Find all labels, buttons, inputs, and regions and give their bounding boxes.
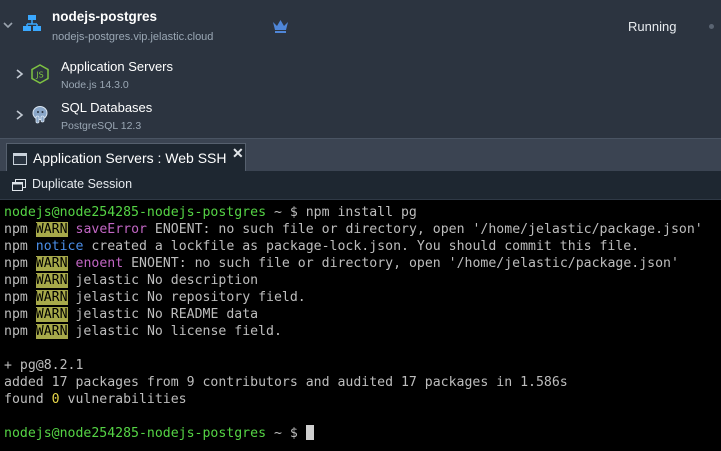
terminal-line: nodejs@node254285-nodejs-postgres ~ $	[4, 425, 314, 442]
environment-panel: nodejs-postgres nodejs-postgres.vip.jela…	[0, 0, 721, 138]
node-version: PostgreSQL 12.3	[61, 120, 142, 132]
vulnerability-count: 0	[51, 392, 60, 407]
npm-prefix: npm	[4, 239, 28, 254]
status-text: Running	[628, 19, 677, 34]
terminal-prompt: nodejs@node254285-nodejs-postgres	[4, 205, 267, 220]
line-text: jelastic No repository field.	[67, 290, 306, 305]
terminal-line: + pg@8.2.1	[4, 357, 83, 374]
error-keyword: enoent	[75, 256, 124, 271]
warn-badge: WARN	[35, 222, 68, 237]
terminal-cursor[interactable]	[305, 425, 314, 440]
crown-icon	[273, 20, 288, 33]
terminal-line: npm WARN jelastic No license field.	[4, 323, 282, 340]
prompt-suffix: ~ $	[266, 205, 298, 220]
notice-keyword: notice	[35, 239, 84, 254]
node-row-application-servers[interactable]: JS Application Servers Node.js 14.3.0	[0, 55, 721, 95]
environment-name[interactable]: nodejs-postgres	[52, 9, 157, 24]
svg-text:JS: JS	[35, 71, 43, 80]
prompt-suffix: ~ $	[266, 426, 298, 441]
status-indicator	[709, 24, 714, 29]
node-row-sql-databases[interactable]: SQL Databases PostgreSQL 12.3	[0, 96, 721, 136]
install-summary: added 17 packages from 9 contributors an…	[4, 375, 568, 390]
found-suffix: vulnerabilities	[59, 392, 187, 407]
npm-prefix: npm	[4, 290, 28, 305]
node-title: SQL Databases	[61, 100, 153, 115]
terminal-line: npm WARN jelastic No README data	[4, 306, 258, 323]
terminal-line: npm WARN saveError ENOENT: no such file …	[4, 221, 703, 238]
environment-url[interactable]: nodejs-postgres.vip.jelastic.cloud	[52, 31, 213, 43]
warn-badge: WARN	[35, 273, 68, 288]
error-keyword: saveError	[75, 222, 147, 237]
found-prefix: found	[4, 392, 52, 407]
chevron-down-icon[interactable]	[3, 20, 13, 30]
terminal-line: npm WARN jelastic No repository field.	[4, 289, 306, 306]
terminal-line: nodejs@node254285-nodejs-postgres ~ $ np…	[4, 204, 417, 221]
tab-label[interactable]: Application Servers : Web SSH	[33, 150, 227, 166]
chevron-right-icon[interactable]	[15, 69, 24, 79]
npm-prefix: npm	[4, 256, 28, 271]
warn-badge: WARN	[35, 307, 68, 322]
tab-bar: Application Servers : Web SSH ✕	[0, 138, 721, 172]
duplicate-session-label[interactable]: Duplicate Session	[32, 177, 132, 191]
environment-header[interactable]: nodejs-postgres nodejs-postgres.vip.jela…	[0, 0, 721, 52]
duplicate-window-icon	[12, 179, 26, 191]
terminal-line: added 17 packages from 9 contributors an…	[4, 374, 568, 391]
terminal-prompt: nodejs@node254285-nodejs-postgres	[4, 426, 267, 441]
nodejs-icon: JS	[31, 64, 49, 84]
line-text: jelastic No license field.	[67, 324, 282, 339]
terminal-icon	[13, 153, 27, 165]
postgresql-icon	[32, 106, 48, 124]
warn-badge: WARN	[35, 290, 68, 305]
close-icon[interactable]: ✕	[232, 145, 244, 162]
line-text: ENOENT: no such file or directory, open …	[146, 222, 703, 237]
line-text: jelastic No README data	[67, 307, 259, 322]
terminal-output[interactable]: nodejs@node254285-nodejs-postgres ~ $ np…	[0, 200, 721, 451]
line-text: ENOENT: no such file or directory, open …	[123, 256, 679, 271]
terminal-command: npm install pg	[297, 205, 417, 220]
warn-badge: WARN	[35, 324, 68, 339]
terminal-line: found 0 vulnerabilities	[4, 391, 187, 408]
line-text: jelastic No description	[67, 273, 259, 288]
chevron-right-icon[interactable]	[15, 110, 24, 120]
terminal-line: npm WARN enoent ENOENT: no such file or …	[4, 255, 679, 272]
node-version: Node.js 14.3.0	[61, 79, 129, 91]
line-text: created a lockfile as package-lock.json.…	[83, 239, 640, 254]
ssh-toolbar: Duplicate Session	[0, 171, 721, 200]
installed-package: + pg@8.2.1	[4, 358, 84, 373]
tab-web-ssh[interactable]: Application Servers : Web SSH ✕	[6, 143, 246, 172]
node-title: Application Servers	[61, 59, 173, 74]
npm-prefix: npm	[4, 307, 28, 322]
npm-prefix: npm	[4, 273, 28, 288]
npm-prefix: npm	[4, 324, 28, 339]
environment-topology-icon	[23, 15, 41, 31]
npm-prefix: npm	[4, 222, 28, 237]
terminal-line: npm WARN jelastic No description	[4, 272, 258, 289]
terminal-line: npm notice created a lockfile as package…	[4, 238, 639, 255]
warn-badge: WARN	[35, 256, 68, 271]
